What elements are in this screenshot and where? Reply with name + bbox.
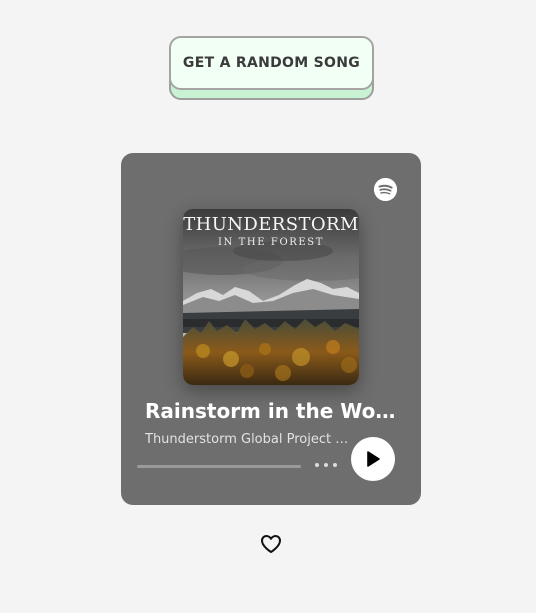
- track-artist[interactable]: Thunderstorm Global Project f...: [145, 432, 351, 447]
- spotify-icon[interactable]: [374, 178, 397, 201]
- album-subtitle: IN THE FOREST: [217, 237, 325, 248]
- track-title[interactable]: Rainstorm in the Wood...: [145, 399, 401, 423]
- spotify-player-card: THUNDERSTORM IN THE FOREST Rainstorm in …: [121, 153, 421, 505]
- play-icon: [367, 451, 380, 467]
- album-artwork: [183, 209, 359, 385]
- page: GET A RANDOM SONG THUNDERSTORM IN THE FO…: [0, 0, 536, 613]
- random-song-button-wrapper: GET A RANDOM SONG: [169, 36, 374, 102]
- heart-icon[interactable]: [260, 534, 282, 554]
- album-cover: THUNDERSTORM IN THE FOREST: [183, 209, 359, 385]
- album-title: THUNDERSTORM: [183, 214, 359, 235]
- random-song-button[interactable]: GET A RANDOM SONG: [169, 36, 374, 90]
- progress-bar[interactable]: [137, 465, 301, 468]
- more-dots-icon[interactable]: [315, 456, 337, 474]
- dot: [333, 463, 337, 467]
- play-button[interactable]: [351, 437, 395, 481]
- dot: [315, 463, 319, 467]
- dot: [324, 463, 328, 467]
